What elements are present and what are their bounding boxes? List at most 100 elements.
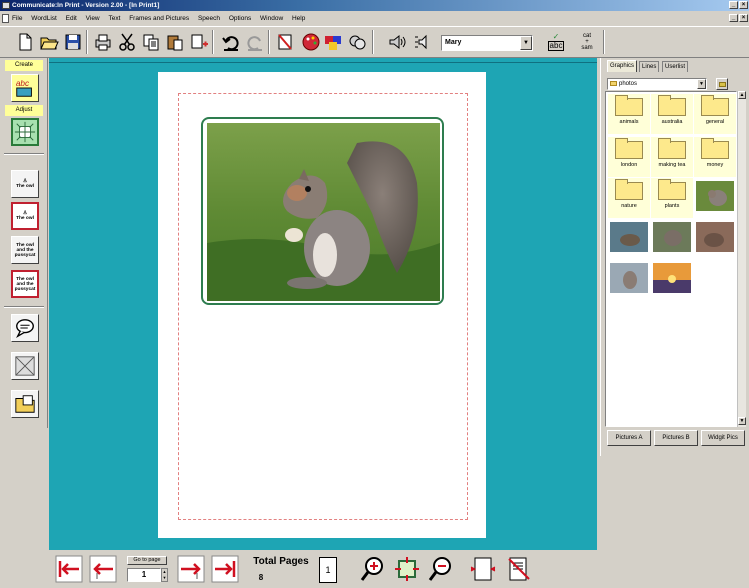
- text-card-owl-pussycat-framed[interactable]: The owl and the pussycat: [11, 270, 39, 298]
- pictures-b-button[interactable]: Pictures B: [654, 430, 698, 446]
- symbol-card-owl[interactable]: ♙ The owl: [11, 170, 39, 198]
- menu-speech[interactable]: Speech: [198, 11, 220, 26]
- paste-special-icon[interactable]: [188, 30, 210, 54]
- folder-label: plants: [664, 203, 680, 209]
- menu-text[interactable]: Text: [108, 11, 120, 26]
- open-folder-icon[interactable]: [38, 30, 60, 54]
- text-card-owl-pussycat[interactable]: The owl and the pussycat: [11, 236, 39, 264]
- pictures-a-button[interactable]: Pictures A: [607, 430, 651, 446]
- voice-select[interactable]: Mary ▼: [441, 35, 533, 51]
- folder-label: nature: [621, 203, 637, 209]
- scroll-down-icon[interactable]: ▼: [738, 417, 746, 425]
- menu-frames-pictures[interactable]: Frames and Pictures: [129, 11, 189, 26]
- copy-icon[interactable]: [140, 30, 162, 54]
- folder-item-money[interactable]: money: [694, 137, 736, 177]
- first-page-icon: [55, 555, 83, 583]
- folder-label: london: [620, 162, 638, 168]
- fit-page-button[interactable]: [392, 554, 422, 584]
- colours-icon[interactable]: [322, 30, 344, 54]
- total-pages-label: Total Pages: [253, 556, 309, 567]
- adjust-frame-button[interactable]: [11, 118, 39, 146]
- widgit-pics-button[interactable]: Widgit Pics: [701, 430, 745, 446]
- redo-icon[interactable]: [244, 30, 266, 54]
- menu-wordlist[interactable]: WordList: [31, 11, 57, 26]
- speech-settings-icon[interactable]: [412, 30, 434, 54]
- previous-page-button[interactable]: [88, 554, 118, 584]
- goto-page-spinner[interactable]: ▲ ▼: [161, 568, 168, 582]
- open-resources-button[interactable]: [11, 390, 39, 418]
- create-text-button[interactable]: abc: [11, 74, 39, 102]
- chevron-down-icon[interactable]: ▼: [697, 79, 706, 89]
- scroll-up-icon[interactable]: ▲: [738, 91, 746, 99]
- first-page-button[interactable]: [54, 554, 84, 584]
- voice-select-value: Mary: [445, 39, 462, 46]
- minimize-button[interactable]: _: [729, 1, 738, 9]
- save-icon[interactable]: [62, 30, 84, 54]
- adjust-heading: Adjust: [5, 105, 43, 116]
- next-page-button[interactable]: [176, 554, 206, 584]
- photo-thumbnail-squirrel-4[interactable]: [694, 219, 736, 259]
- tab-graphics[interactable]: Graphics: [607, 60, 638, 72]
- chevron-down-icon[interactable]: ▼: [520, 36, 532, 50]
- fit-page-icon: [395, 557, 419, 581]
- folder-item-making-tea[interactable]: making tea: [651, 137, 693, 177]
- menu-file[interactable]: File: [12, 11, 22, 26]
- menu-window[interactable]: Window: [260, 11, 283, 26]
- photo-thumbnail-squirrel-2[interactable]: [608, 219, 650, 259]
- speech-bubble-button[interactable]: [11, 314, 39, 342]
- photo-thumbnail-squirrel-1[interactable]: [694, 178, 736, 218]
- folder-item-nature[interactable]: nature: [608, 178, 650, 218]
- insert-page-button[interactable]: [468, 554, 498, 584]
- last-page-icon: [211, 555, 239, 583]
- photo-thumbnail-squirrel-5[interactable]: [608, 260, 650, 300]
- folder-item-london[interactable]: london: [608, 137, 650, 177]
- folder-item-animals[interactable]: animals: [608, 94, 650, 134]
- photo-thumbnail-squirrel-3[interactable]: [651, 219, 693, 259]
- page-indicator[interactable]: 1: [319, 557, 337, 583]
- shapes-icon[interactable]: [346, 30, 368, 54]
- zoom-in-button[interactable]: [358, 554, 388, 584]
- squirrel-photo: [207, 123, 440, 301]
- create-heading: Create: [5, 60, 43, 71]
- zoom-out-icon: [428, 557, 451, 581]
- paste-icon[interactable]: [164, 30, 186, 54]
- goto-page-input[interactable]: 1: [127, 568, 161, 582]
- folder-item-australia[interactable]: australia: [651, 94, 693, 134]
- menu-view[interactable]: View: [86, 11, 100, 26]
- speaker-icon[interactable]: [386, 30, 408, 54]
- folder-icon: [610, 81, 617, 86]
- menu-edit[interactable]: Edit: [66, 11, 77, 26]
- parent-folder-button[interactable]: [716, 78, 728, 90]
- menu-options[interactable]: Options: [229, 11, 251, 26]
- title-bar: Communicate:In Print - Version 2.00 - [I…: [0, 0, 749, 11]
- new-document-icon[interactable]: [14, 30, 36, 54]
- cut-icon[interactable]: [116, 30, 138, 54]
- fit-frame-button[interactable]: [11, 352, 39, 380]
- print-icon[interactable]: [92, 30, 114, 54]
- insert-page-icon: [470, 557, 496, 581]
- zoom-out-button[interactable]: [426, 554, 456, 584]
- undo-icon[interactable]: [220, 30, 242, 54]
- doc-minimize-button[interactable]: _: [729, 14, 738, 22]
- folder-icon: [701, 95, 729, 116]
- symbol-card-owl-framed[interactable]: ♙ The owl: [11, 202, 39, 230]
- symbol-toggle-button[interactable]: cat + sam: [576, 30, 598, 54]
- menu-help[interactable]: Help: [292, 11, 305, 26]
- doc-close-button[interactable]: ×: [739, 14, 748, 22]
- spellcheck-button[interactable]: ✓ abc: [545, 30, 567, 54]
- previous-page-icon: [89, 555, 117, 583]
- folder-select[interactable]: photos ▼: [607, 78, 707, 90]
- tab-userlist[interactable]: Userlist: [662, 61, 689, 72]
- picture-frame[interactable]: [201, 117, 444, 305]
- close-button[interactable]: ×: [739, 1, 748, 9]
- photo-thumbnail-sunset[interactable]: [651, 260, 693, 300]
- last-page-button[interactable]: [210, 554, 240, 584]
- spellcheck-label: abc: [547, 41, 565, 51]
- clear-formatting-icon[interactable]: [274, 30, 296, 54]
- folder-item-plants[interactable]: plants: [651, 178, 693, 218]
- palette-icon[interactable]: [300, 30, 322, 54]
- gallery-scrollbar[interactable]: ▲ ▼: [737, 91, 746, 427]
- delete-page-button[interactable]: [504, 554, 534, 584]
- folder-item-general[interactable]: general: [694, 94, 736, 134]
- tab-lines[interactable]: Lines: [639, 61, 660, 72]
